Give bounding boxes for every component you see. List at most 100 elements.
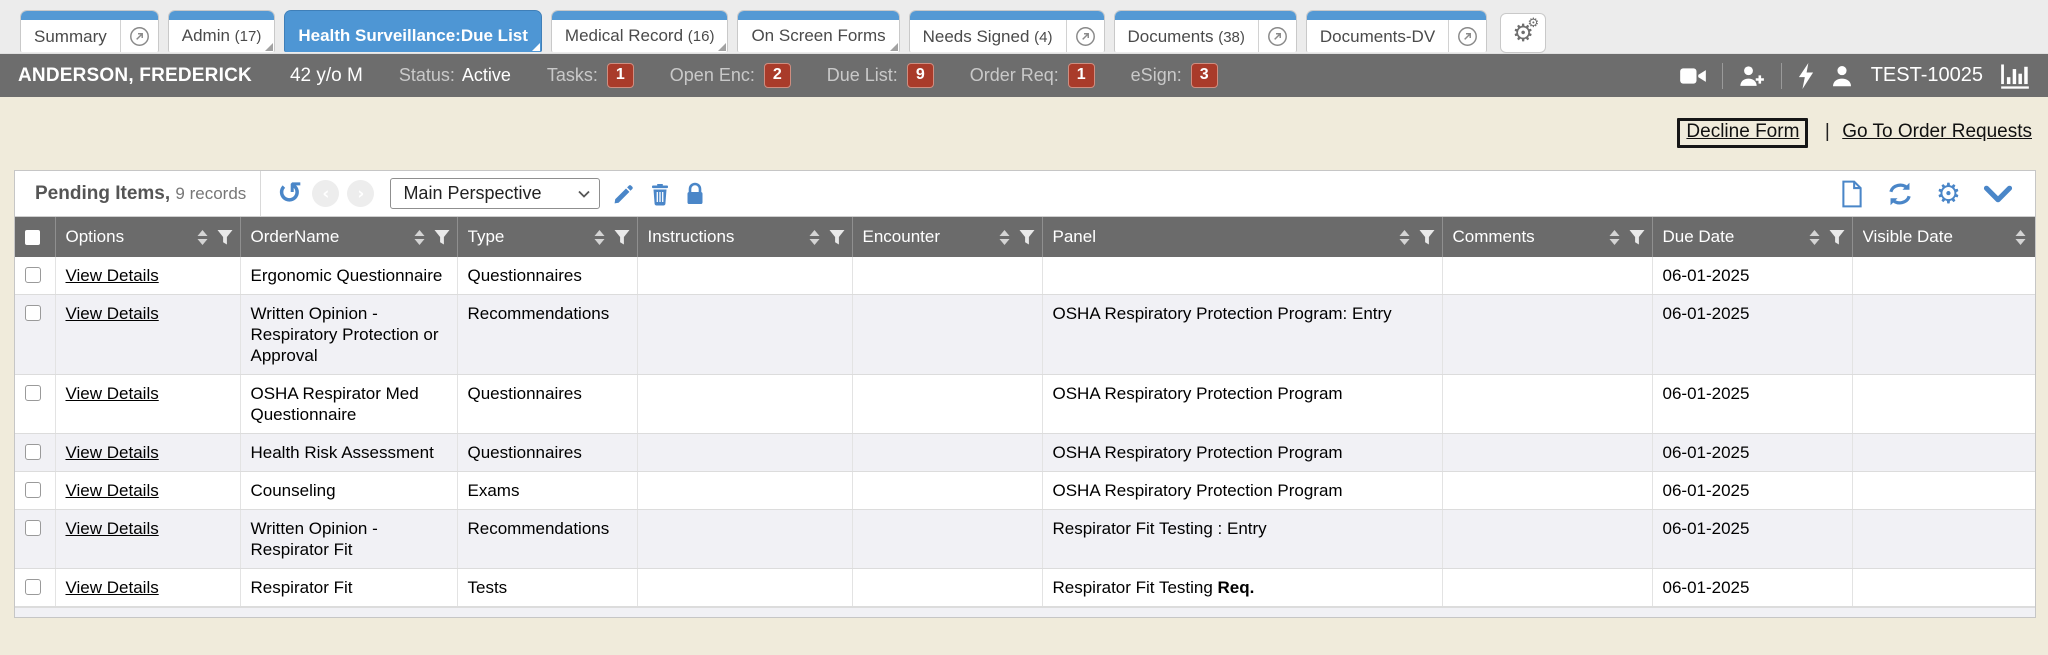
tab-settings-button[interactable]: ⚙ ⚙ xyxy=(1500,13,1546,53)
cell-type: Exams xyxy=(457,472,637,510)
tab-documents[interactable]: Documents (38) xyxy=(1114,10,1297,52)
col-ordername[interactable]: OrderName xyxy=(240,217,457,257)
tab-top-strip xyxy=(910,11,1104,20)
tasks-label: Tasks: xyxy=(547,65,598,86)
cell-due-date: 06-01-2025 xyxy=(1652,510,1852,569)
go-to-order-requests-link[interactable]: Go To Order Requests xyxy=(1842,121,2032,142)
open-enc-label: Open Enc: xyxy=(670,65,755,86)
cell-comments xyxy=(1442,510,1652,569)
tab-documents-dv[interactable]: Documents-DV xyxy=(1306,10,1487,52)
cell-due-date: 06-01-2025 xyxy=(1652,569,1852,607)
cell-encounter xyxy=(852,257,1042,295)
row-checkbox[interactable] xyxy=(25,520,41,536)
tab-on-screen-forms[interactable]: On Screen Forms xyxy=(737,10,899,52)
tab-health-surveillance-due-list[interactable]: Health Surveillance:Due List xyxy=(284,10,542,52)
row-checkbox[interactable] xyxy=(25,482,41,498)
sort-icon xyxy=(1806,228,1823,247)
divider xyxy=(1722,63,1723,89)
trash-icon[interactable] xyxy=(648,181,672,207)
person-add-icon[interactable] xyxy=(1738,64,1766,88)
esign-badge[interactable]: 3 xyxy=(1191,63,1218,87)
view-details-link[interactable]: View Details xyxy=(66,304,159,323)
tab-summary[interactable]: Summary xyxy=(20,10,159,52)
cell-panel: OSHA Respiratory Protection Program xyxy=(1042,375,1442,434)
cell-type: Questionnaires xyxy=(457,257,637,295)
col-comments[interactable]: Comments xyxy=(1442,217,1652,257)
refresh-icon[interactable] xyxy=(1886,181,1914,207)
col-instructions[interactable]: Instructions xyxy=(637,217,852,257)
table-row: View Details OSHA Respirator Med Questio… xyxy=(15,375,2035,434)
cell-panel: OSHA Respiratory Protection Program: Ent… xyxy=(1042,295,1442,375)
tab-menu-fold-icon xyxy=(532,43,540,51)
pencil-icon[interactable] xyxy=(612,182,636,206)
next-perspective-button[interactable]: › xyxy=(347,180,374,207)
col-options[interactable]: Options xyxy=(55,217,240,257)
due-list-badge[interactable]: 9 xyxy=(907,63,934,87)
view-details-link[interactable]: View Details xyxy=(66,266,159,285)
filter-icon xyxy=(433,228,451,246)
chevron-down-icon[interactable] xyxy=(1983,184,2013,204)
order-req-badge[interactable]: 1 xyxy=(1068,63,1095,87)
tasks-badge[interactable]: 1 xyxy=(607,63,634,87)
view-details-link[interactable]: View Details xyxy=(66,443,159,462)
filter-icon xyxy=(216,228,234,246)
cell-visible-date xyxy=(1852,510,2035,569)
person-icon[interactable] xyxy=(1830,64,1854,88)
select-all-checkbox[interactable] xyxy=(25,230,40,245)
filter-icon xyxy=(613,228,631,246)
tab-menu-fold-icon xyxy=(265,43,273,51)
cell-panel: OSHA Respiratory Protection Program xyxy=(1042,472,1442,510)
col-panel[interactable]: Panel xyxy=(1042,217,1442,257)
open-in-new-icon[interactable] xyxy=(120,20,158,52)
perspective-select[interactable]: Main Perspective xyxy=(390,178,600,209)
col-type[interactable]: Type xyxy=(457,217,637,257)
gear-icon[interactable]: ⚙ xyxy=(1936,180,1961,208)
order-req-label: Order Req: xyxy=(970,65,1059,86)
tab-top-strip xyxy=(1307,11,1486,20)
view-details-link[interactable]: View Details xyxy=(66,519,159,538)
gear-small-icon: ⚙ xyxy=(1528,16,1540,31)
open-in-new-icon[interactable] xyxy=(1448,20,1486,52)
row-checkbox[interactable] xyxy=(25,267,41,283)
cell-due-date: 06-01-2025 xyxy=(1652,257,1852,295)
row-checkbox[interactable] xyxy=(25,579,41,595)
view-details-link[interactable]: View Details xyxy=(66,481,159,500)
tab-needs-signed[interactable]: Needs Signed (4) xyxy=(909,10,1105,52)
cell-encounter xyxy=(852,434,1042,472)
col-encounter[interactable]: Encounter xyxy=(852,217,1042,257)
cell-instructions xyxy=(637,257,852,295)
tab-admin[interactable]: Admin (17) xyxy=(168,10,276,52)
col-due-date[interactable]: Due Date xyxy=(1652,217,1852,257)
cell-type: Questionnaires xyxy=(457,375,637,434)
decline-form-link[interactable]: Decline Form xyxy=(1686,121,1799,142)
cell-due-date: 06-01-2025 xyxy=(1652,434,1852,472)
cell-comments xyxy=(1442,295,1652,375)
open-enc-badge[interactable]: 2 xyxy=(764,63,791,87)
tab-menu-fold-icon xyxy=(718,43,726,51)
prev-perspective-button[interactable]: ‹ xyxy=(312,180,339,207)
sort-icon xyxy=(411,228,428,247)
tab-medical-record[interactable]: Medical Record (16) xyxy=(551,10,729,52)
sort-icon xyxy=(591,228,608,247)
row-checkbox[interactable] xyxy=(25,444,41,460)
open-in-new-icon[interactable] xyxy=(1258,20,1296,52)
video-camera-icon[interactable] xyxy=(1679,65,1707,87)
document-icon[interactable] xyxy=(1840,180,1864,208)
view-details-link[interactable]: View Details xyxy=(66,578,159,597)
col-visible-date[interactable]: Visible Date xyxy=(1852,217,2035,257)
tab-label: On Screen Forms xyxy=(738,26,898,46)
lightning-icon[interactable] xyxy=(1797,63,1815,89)
view-details-link[interactable]: View Details xyxy=(66,384,159,403)
cell-order-name: Written Opinion - Respirator Fit xyxy=(240,510,457,569)
open-in-new-icon[interactable] xyxy=(1066,20,1104,52)
undo-icon[interactable]: ↺ xyxy=(277,179,302,209)
bar-chart-icon[interactable] xyxy=(2000,63,2030,89)
select-all-header[interactable] xyxy=(15,217,55,257)
tab-top-strip xyxy=(21,11,158,20)
lock-icon[interactable] xyxy=(684,181,706,207)
cell-type: Tests xyxy=(457,569,637,607)
cell-encounter xyxy=(852,510,1042,569)
row-checkbox[interactable] xyxy=(25,305,41,321)
row-checkbox[interactable] xyxy=(25,385,41,401)
link-separator: | xyxy=(1825,121,1830,142)
